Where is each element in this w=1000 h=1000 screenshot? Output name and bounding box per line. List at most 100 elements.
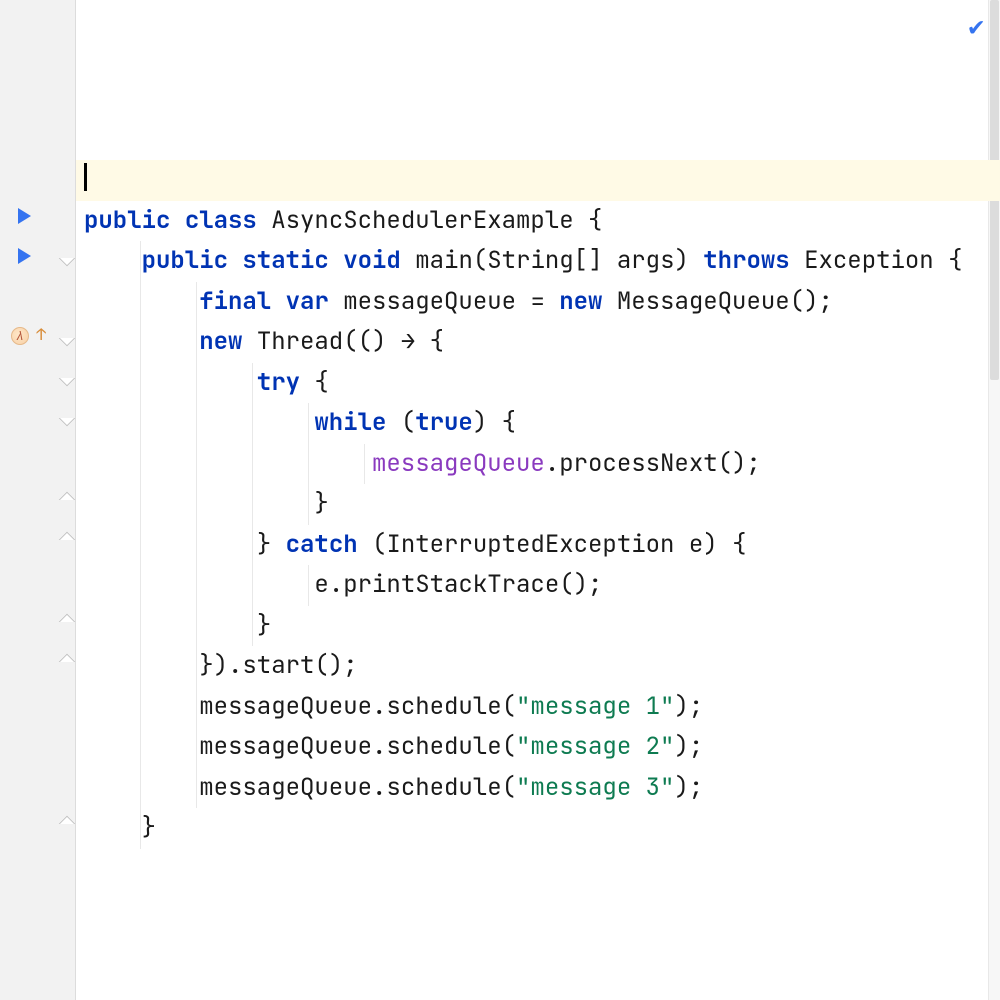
- indent-guide: [140, 646, 141, 687]
- indent-guide: [196, 363, 197, 404]
- token-fld: messageQueue: [372, 448, 545, 479]
- code-line[interactable]: }).start();: [76, 646, 1000, 687]
- token-punc: {: [948, 245, 962, 276]
- fold-toggle-icon[interactable]: [59, 330, 76, 347]
- run-icon[interactable]: [14, 246, 34, 266]
- token-punc: }).: [199, 650, 242, 681]
- code-line[interactable]: }: [76, 808, 1000, 849]
- indent-guide: [196, 403, 197, 444]
- indent-guide: [196, 687, 197, 728]
- indent-guide: [308, 565, 309, 606]
- token-id: e: [314, 569, 328, 600]
- code-line[interactable]: new Thread(() → {: [76, 322, 1000, 363]
- code-line[interactable]: try {: [76, 363, 1000, 404]
- token-punc: .: [372, 731, 386, 762]
- text-caret: [84, 163, 87, 191]
- token-kw: new: [559, 286, 602, 317]
- token-punc: );: [674, 691, 703, 722]
- code-line[interactable]: public class AsyncSchedulerExample {: [76, 201, 1000, 242]
- indent-guide: [140, 322, 141, 363]
- token-fn: schedule: [386, 691, 501, 722]
- token-punc: );: [674, 772, 703, 803]
- fold-toggle-icon[interactable]: [59, 370, 76, 387]
- token-kw: final: [199, 286, 271, 317]
- token-punc: {: [732, 529, 746, 560]
- token-punc: .: [329, 569, 343, 600]
- fold-toggle-icon[interactable]: [59, 614, 76, 631]
- fold-toggle-icon[interactable]: [59, 532, 76, 549]
- token-punc: (: [473, 245, 487, 276]
- code-line[interactable]: messageQueue.schedule("message 3");: [76, 768, 1000, 809]
- indent-guide: [140, 525, 141, 566]
- indent-guide: [196, 646, 197, 687]
- token-fn: printStackTrace: [343, 569, 559, 600]
- token-punc: }: [142, 812, 156, 843]
- token-kw: void: [343, 245, 401, 276]
- code-line[interactable]: }: [76, 484, 1000, 525]
- token-kw: class: [185, 205, 257, 236]
- token-id: Exception: [804, 245, 934, 276]
- fold-toggle-icon[interactable]: [59, 816, 76, 833]
- fold-toggle-icon[interactable]: [59, 654, 76, 671]
- code-line[interactable]: while (true) {: [76, 403, 1000, 444]
- fold-toggle-icon[interactable]: [59, 410, 76, 427]
- code-area[interactable]: public class AsyncSchedulerExample { pub…: [76, 0, 1000, 849]
- indent-guide: [308, 403, 309, 444]
- code-line[interactable]: messageQueue.schedule("message 2");: [76, 727, 1000, 768]
- inspection-ok-icon[interactable]: ✔: [968, 8, 984, 43]
- indent-guide: [140, 768, 141, 809]
- code-line[interactable]: [76, 160, 1000, 201]
- token-fn: main: [415, 245, 473, 276]
- indent-guide: [196, 768, 197, 809]
- token-punc: (: [372, 529, 386, 560]
- token-punc: ((): [343, 326, 401, 357]
- code-line[interactable]: }: [76, 606, 1000, 647]
- code-line[interactable]: e.printStackTrace();: [76, 565, 1000, 606]
- indent-guide: [252, 606, 253, 647]
- indent-guide: [364, 444, 365, 485]
- indent-guide: [196, 282, 197, 323]
- lambda-gutter-icon[interactable]: λ↑: [10, 326, 30, 346]
- indent-guide: [196, 322, 197, 363]
- token-punc: (: [401, 407, 415, 438]
- token-punc: ): [473, 407, 487, 438]
- code-line[interactable]: final var messageQueue = new MessageQueu…: [76, 282, 1000, 323]
- code-line[interactable]: messageQueue.schedule("message 1");: [76, 687, 1000, 728]
- token-punc: .: [372, 691, 386, 722]
- indent-guide: [140, 241, 141, 282]
- code-line[interactable]: messageQueue.processNext();: [76, 444, 1000, 485]
- indent-guide: [252, 484, 253, 525]
- indent-guide: [196, 484, 197, 525]
- indent-guide: [140, 444, 141, 485]
- token-arrow: →: [401, 326, 415, 357]
- token-punc: (: [502, 772, 516, 803]
- token-punc: {: [588, 205, 602, 236]
- indent-guide: [252, 565, 253, 606]
- indent-guide: [140, 687, 141, 728]
- token-kw: throws: [703, 245, 789, 276]
- token-punc: (: [502, 731, 516, 762]
- token-kw: catch: [286, 529, 358, 560]
- token-kw: public: [142, 245, 228, 276]
- run-icon[interactable]: [14, 206, 34, 226]
- token-punc: .: [372, 772, 386, 803]
- token-id: messageQueue: [199, 731, 372, 762]
- token-kw: new: [199, 326, 242, 357]
- indent-guide: [140, 808, 141, 849]
- indent-guide: [252, 403, 253, 444]
- token-kw: while: [314, 407, 386, 438]
- code-line[interactable]: public static void main(String[] args) t…: [76, 241, 1000, 282]
- token-id: messageQueue: [343, 286, 516, 317]
- fold-toggle-icon[interactable]: [59, 250, 76, 267]
- code-editor[interactable]: ✔ public class AsyncSchedulerExample { p…: [76, 0, 1000, 1000]
- indent-guide: [140, 727, 141, 768]
- indent-guide: [140, 403, 141, 444]
- token-punc: ();: [790, 286, 833, 317]
- code-line[interactable]: } catch (InterruptedException e) {: [76, 525, 1000, 566]
- indent-guide: [140, 363, 141, 404]
- token-punc: ();: [314, 650, 357, 681]
- token-kw: public: [84, 205, 170, 236]
- fold-toggle-icon[interactable]: [59, 492, 76, 509]
- token-id: MessageQueue: [617, 286, 790, 317]
- token-punc: {: [502, 407, 516, 438]
